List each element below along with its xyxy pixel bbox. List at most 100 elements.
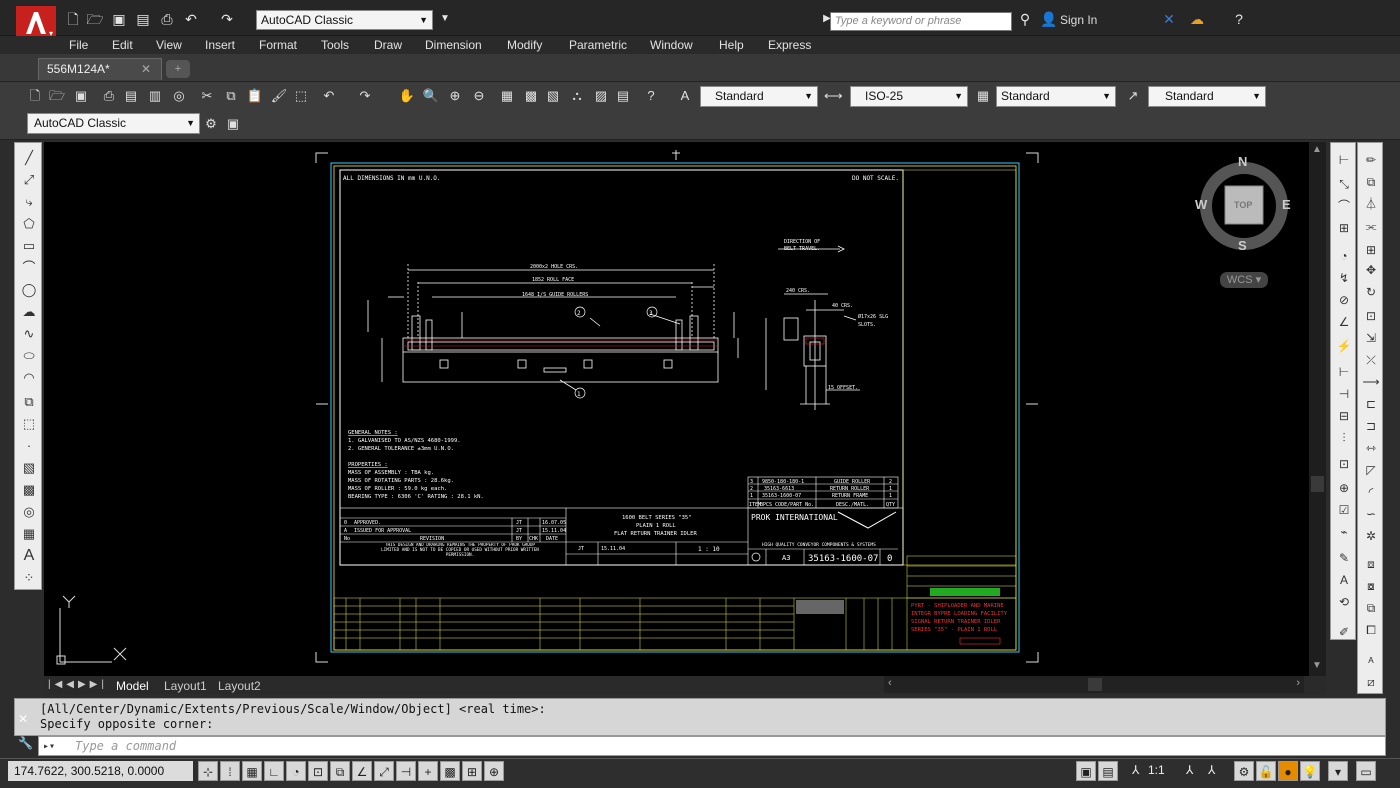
polar-tracking-icon[interactable]: ◔ bbox=[286, 761, 306, 781]
arc-length-icon[interactable]: ⌒ bbox=[1334, 197, 1354, 215]
selection-cycling-icon[interactable]: ⊕ bbox=[484, 761, 504, 781]
table-style-icon[interactable]: ▦ bbox=[974, 87, 992, 105]
clean-screen-icon[interactable]: ▭ bbox=[1356, 761, 1376, 781]
move-icon[interactable]: ✥ bbox=[1361, 261, 1381, 279]
explode-icon[interactable]: ✲ bbox=[1361, 527, 1381, 545]
workspace-select-2[interactable]: AutoCAD Classic ▼ bbox=[27, 113, 200, 134]
publish-icon[interactable]: ▥ bbox=[146, 87, 164, 105]
extend-icon[interactable]: ⟶ bbox=[1361, 373, 1381, 391]
autodesk-360-icon[interactable]: ☁ bbox=[1188, 10, 1206, 28]
workspace-select[interactable]: AutoCAD Classic ▼ bbox=[256, 10, 433, 30]
erase-icon[interactable]: ✏ bbox=[1361, 151, 1381, 169]
3d-osnap-icon[interactable]: ⧉ bbox=[330, 761, 350, 781]
annotation-visibility-icon[interactable]: ⅄ bbox=[1186, 763, 1193, 777]
menu-modify[interactable]: Modify bbox=[507, 36, 542, 54]
line-icon[interactable]: ╱ bbox=[19, 149, 39, 167]
wcs-menu[interactable]: WCS ▾ bbox=[1220, 272, 1268, 288]
ellipse-arc-icon[interactable]: ◠ bbox=[19, 369, 39, 387]
compass-n[interactable]: N bbox=[1238, 154, 1247, 169]
block-editor-icon[interactable]: ⬚ bbox=[292, 87, 310, 105]
hardware-acceleration-icon[interactable]: ● bbox=[1278, 761, 1298, 781]
scale-icon[interactable]: ⊡ bbox=[1361, 307, 1381, 325]
vertical-scrollbar[interactable]: ▲ ▼ bbox=[1309, 142, 1326, 676]
insert-block-icon[interactable]: ⧉ bbox=[19, 393, 39, 411]
menu-file[interactable]: File bbox=[69, 36, 88, 54]
cut-icon[interactable]: ✂ bbox=[198, 87, 216, 105]
workspace-save-icon[interactable]: ▣ bbox=[224, 115, 242, 133]
compass-w[interactable]: W bbox=[1195, 197, 1207, 212]
document-tab[interactable]: 556M124A* ✕ bbox=[38, 58, 162, 80]
sign-in-link[interactable]: Sign In bbox=[1060, 13, 1097, 27]
application-menu-button[interactable]: ▾ bbox=[16, 6, 56, 40]
circle-icon[interactable]: ◯ bbox=[19, 281, 39, 299]
search-input[interactable]: Type a keyword or phrase bbox=[830, 12, 1012, 31]
trim-icon[interactable]: ⤫ bbox=[1361, 351, 1381, 369]
object-snap-icon[interactable]: ⊡ bbox=[308, 761, 328, 781]
user-icon[interactable]: 👤 bbox=[1040, 10, 1058, 28]
multiline-text-icon[interactable]: A bbox=[19, 547, 39, 565]
workspace-switching-icon[interactable]: ⚙ bbox=[1234, 761, 1254, 781]
coordinates-readout[interactable]: 174.7622, 300.5218, 0.0000 bbox=[8, 761, 193, 781]
join-icon[interactable]: ⇿ bbox=[1361, 439, 1381, 457]
help-icon[interactable]: ? bbox=[1230, 10, 1248, 28]
horizontal-scroll-thumb[interactable] bbox=[1088, 678, 1102, 691]
command-prompt-icon[interactable]: ▸▾ bbox=[43, 738, 55, 756]
pan-icon[interactable]: ✋ bbox=[398, 87, 416, 105]
close-command-icon[interactable]: ✕ bbox=[18, 712, 28, 726]
menu-insert[interactable]: Insert bbox=[205, 36, 235, 54]
menu-draw[interactable]: Draw bbox=[374, 36, 402, 54]
dim-break-icon[interactable]: ⫶ bbox=[1334, 429, 1354, 447]
aligned-dim-icon[interactable]: ⤡ bbox=[1334, 175, 1354, 193]
dim-style-icon[interactable]: ⟷ bbox=[824, 87, 843, 105]
quick-dim-icon[interactable]: ⚡ bbox=[1334, 337, 1354, 355]
table-style-select[interactable]: Standard ▼ bbox=[996, 86, 1116, 107]
infer-constraints-icon[interactable]: ⊹ bbox=[198, 761, 218, 781]
qat-customize-icon[interactable]: ▼ bbox=[436, 10, 454, 28]
3d-print-icon[interactable]: ◎ bbox=[170, 87, 188, 105]
stretch-icon[interactable]: ⇲ bbox=[1361, 329, 1381, 347]
gradient-icon[interactable]: ▩ bbox=[19, 481, 39, 499]
dim-style-select[interactable]: ISO-25 ▼ bbox=[850, 86, 968, 107]
revision-cloud-icon[interactable]: ☁ bbox=[19, 303, 39, 321]
paste-icon[interactable]: 📋 bbox=[246, 87, 264, 105]
array-icon[interactable]: ⊞ bbox=[1361, 241, 1381, 259]
fillet-icon[interactable]: ◜ bbox=[1361, 483, 1381, 501]
ellipse-icon[interactable]: ⬭ bbox=[19, 347, 39, 365]
spline-icon[interactable]: ∿ bbox=[19, 325, 39, 343]
save-as-icon[interactable]: ▤ bbox=[134, 10, 152, 28]
mleader-style-select[interactable]: Standard ▼ bbox=[1148, 86, 1266, 107]
radius-dim-icon[interactable]: ◔ bbox=[1334, 247, 1354, 265]
customize-command-icon[interactable]: 🔧 bbox=[18, 736, 33, 750]
annotation-scale-value[interactable]: 1:1 bbox=[1148, 763, 1165, 777]
jogged-linear-icon[interactable]: ⌁ bbox=[1334, 523, 1354, 541]
dynamic-ucs-icon[interactable]: ⤢ bbox=[374, 761, 394, 781]
isolate-objects-icon[interactable]: 💡 bbox=[1300, 761, 1320, 781]
mleader-style-icon[interactable]: ↗ bbox=[1124, 87, 1142, 105]
markup-icon[interactable]: ▨ bbox=[592, 87, 610, 105]
hatch-icon[interactable]: ▧ bbox=[19, 459, 39, 477]
dim-style-icon[interactable]: ✐ bbox=[1334, 623, 1354, 641]
ordinate-dim-icon[interactable]: ⊞ bbox=[1334, 219, 1354, 237]
plot-icon[interactable]: ⎙ bbox=[100, 87, 118, 105]
lock-ui-icon[interactable]: 🔓 bbox=[1256, 761, 1276, 781]
rotate-icon[interactable]: ↻ bbox=[1361, 283, 1381, 301]
layout-nav-arrows[interactable]: |◀◀▶▶| bbox=[48, 679, 108, 690]
menu-tools[interactable]: Tools bbox=[321, 36, 349, 54]
polygon-icon[interactable]: ⬠ bbox=[19, 215, 39, 233]
draworder-above-icon[interactable]: ⧉ bbox=[1361, 599, 1381, 617]
scroll-right-icon[interactable]: › bbox=[1296, 677, 1300, 689]
menu-dimension[interactable]: Dimension bbox=[425, 36, 482, 54]
add-selected-icon[interactable]: ⁘ bbox=[19, 569, 39, 587]
new-icon[interactable]: 🗋 bbox=[26, 87, 44, 105]
scroll-up-icon[interactable]: ▲ bbox=[1312, 144, 1322, 155]
menu-view[interactable]: View bbox=[156, 36, 182, 54]
construction-line-icon[interactable]: ⤢ bbox=[19, 171, 39, 189]
zoom-realtime-icon[interactable]: 🔍 bbox=[422, 87, 440, 105]
menu-window[interactable]: Window bbox=[650, 36, 693, 54]
dim-text-edit-icon[interactable]: A bbox=[1334, 571, 1354, 589]
diameter-dim-icon[interactable]: ⊘ bbox=[1334, 291, 1354, 309]
angular-dim-icon[interactable]: ∠ bbox=[1334, 313, 1354, 331]
new-tab-button[interactable]: + bbox=[166, 60, 190, 78]
copy-icon[interactable]: ⧉ bbox=[222, 87, 240, 105]
undo-icon[interactable]: ↶ bbox=[320, 87, 338, 105]
